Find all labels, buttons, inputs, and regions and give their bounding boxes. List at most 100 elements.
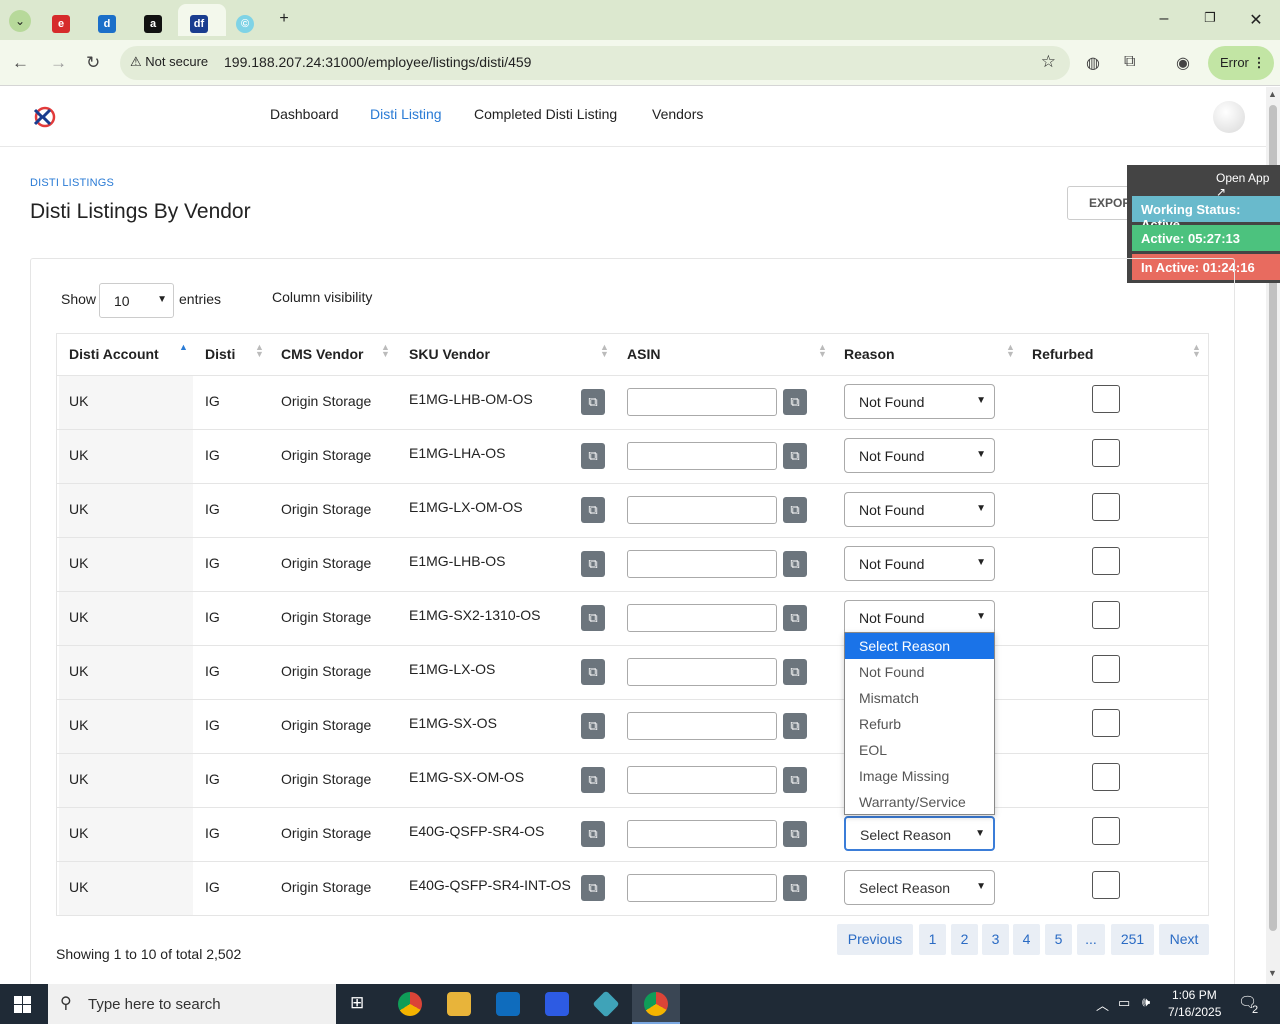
- next-page-button[interactable]: Next: [1159, 924, 1209, 955]
- refurbed-checkbox[interactable]: [1092, 709, 1120, 737]
- open-app-link[interactable]: Open App ↗: [1216, 171, 1280, 199]
- taskbar-search[interactable]: ⚲ Type here to search: [48, 984, 336, 1024]
- reason-option[interactable]: Mismatch: [845, 685, 994, 711]
- copy-asin-button[interactable]: ⧉: [783, 875, 807, 901]
- refurbed-checkbox[interactable]: [1092, 493, 1120, 521]
- omnibox[interactable]: ⚠ Not secure 199.188.207.24:31000/employ…: [120, 46, 1070, 80]
- scroll-down-icon[interactable]: ▼: [1268, 968, 1277, 978]
- reason-select[interactable]: Not Found ▼: [844, 384, 995, 419]
- browser-tab[interactable]: d: [90, 4, 130, 36]
- copy-sku-button[interactable]: ⧉: [581, 713, 605, 739]
- chrome-taskbar-icon[interactable]: [398, 992, 422, 1016]
- sort-icon[interactable]: ▲ ▼: [1192, 343, 1201, 359]
- network-icon[interactable]: ▭: [1118, 995, 1130, 1011]
- reason-select[interactable]: Not Found ▼: [844, 546, 995, 581]
- header-disti-account[interactable]: Disti Account: [69, 346, 159, 362]
- copy-asin-button[interactable]: ⧉: [783, 551, 807, 577]
- browser-tab[interactable]: a: [136, 4, 176, 36]
- globe-icon[interactable]: ◍: [1086, 53, 1100, 73]
- copy-sku-button[interactable]: ⧉: [581, 821, 605, 847]
- reload-icon[interactable]: ↻: [86, 53, 100, 73]
- reason-select[interactable]: Not Found ▼: [844, 492, 995, 527]
- scroll-up-icon[interactable]: ▲: [1268, 89, 1277, 99]
- sort-icon[interactable]: ▲ ▼: [381, 343, 390, 359]
- copy-asin-button[interactable]: ⧉: [783, 497, 807, 523]
- header-sku-vendor[interactable]: SKU Vendor: [409, 346, 490, 362]
- reason-option[interactable]: Image Missing: [845, 763, 994, 789]
- asin-input[interactable]: [627, 874, 777, 902]
- page-button[interactable]: 2: [951, 924, 978, 955]
- minimize-icon[interactable]: –: [1154, 10, 1174, 28]
- url-text[interactable]: 199.188.207.24:31000/employee/listings/d…: [224, 54, 531, 70]
- extensions-icon[interactable]: ⧉: [1124, 53, 1135, 71]
- sort-icon[interactable]: ▲ ▼: [1006, 343, 1015, 359]
- page-button[interactable]: 5: [1045, 924, 1072, 955]
- page-button[interactable]: 1: [919, 924, 946, 955]
- copy-sku-button[interactable]: ⧉: [581, 605, 605, 631]
- back-icon[interactable]: ←: [12, 53, 29, 73]
- clock-time[interactable]: 1:06 PM: [1172, 988, 1217, 1002]
- header-reason[interactable]: Reason: [844, 346, 895, 362]
- file-explorer-icon[interactable]: [447, 992, 471, 1016]
- reason-option[interactable]: Select Reason: [845, 633, 994, 659]
- header-refurbed[interactable]: Refurbed: [1032, 346, 1093, 362]
- asin-input[interactable]: [627, 496, 777, 524]
- breadcrumb[interactable]: DISTI LISTINGS: [30, 177, 114, 189]
- nav-completed-disti-listing[interactable]: Completed Disti Listing: [474, 106, 617, 122]
- asin-input[interactable]: [627, 604, 777, 632]
- profile-error-button[interactable]: Error ⋮: [1208, 46, 1274, 80]
- reason-option[interactable]: Not Found: [845, 659, 994, 685]
- app-diamond-icon[interactable]: [592, 990, 620, 1018]
- page-button[interactable]: 3: [982, 924, 1009, 955]
- nav-disti-listing[interactable]: Disti Listing: [370, 106, 442, 122]
- reason-select[interactable]: Select Reason ▼: [844, 816, 995, 851]
- browser-tab[interactable]: ©: [228, 4, 268, 36]
- asin-input[interactable]: [627, 766, 777, 794]
- bookmark-star-icon[interactable]: ☆: [1041, 52, 1056, 72]
- copy-sku-button[interactable]: ⧉: [581, 389, 605, 415]
- reason-select[interactable]: Select Reason ▼: [844, 870, 995, 905]
- reason-select[interactable]: Not Found ▼: [844, 600, 995, 635]
- clock-date[interactable]: 7/16/2025: [1168, 1005, 1221, 1019]
- not-secure-indicator[interactable]: ⚠ Not secure: [130, 54, 208, 70]
- page-button[interactable]: 4: [1013, 924, 1040, 955]
- reason-option[interactable]: Warranty/Service: [845, 789, 994, 815]
- header-cms-vendor[interactable]: CMS Vendor: [281, 346, 363, 362]
- new-tab-icon[interactable]: +: [274, 10, 294, 28]
- tab-search-icon[interactable]: ⌄: [9, 10, 31, 32]
- browser-tab[interactable]: e: [44, 4, 84, 36]
- page-button[interactable]: 251: [1111, 924, 1154, 955]
- copy-asin-button[interactable]: ⧉: [783, 605, 807, 631]
- asin-input[interactable]: [627, 820, 777, 848]
- header-asin[interactable]: ASIN: [627, 346, 660, 362]
- refurbed-checkbox[interactable]: [1092, 763, 1120, 791]
- copy-asin-button[interactable]: ⧉: [783, 659, 807, 685]
- nav-dashboard[interactable]: Dashboard: [270, 106, 339, 122]
- copy-sku-button[interactable]: ⧉: [581, 659, 605, 685]
- chrome-active-taskbar-item[interactable]: [632, 984, 680, 1024]
- nav-vendors[interactable]: Vendors: [652, 106, 703, 122]
- windows-start-icon[interactable]: [14, 996, 31, 1013]
- previous-page-button[interactable]: Previous: [837, 924, 913, 955]
- refurbed-checkbox[interactable]: [1092, 385, 1120, 413]
- column-visibility-button[interactable]: Column visibility: [272, 289, 372, 305]
- task-view-icon[interactable]: ⊞: [350, 993, 364, 1013]
- copy-asin-button[interactable]: ⧉: [783, 821, 807, 847]
- sort-icon[interactable]: ▲ ▼: [600, 343, 609, 359]
- reason-option[interactable]: Refurb: [845, 711, 994, 737]
- asin-input[interactable]: [627, 550, 777, 578]
- refurbed-checkbox[interactable]: [1092, 817, 1120, 845]
- zoom-icon[interactable]: [545, 992, 569, 1016]
- refurbed-checkbox[interactable]: [1092, 655, 1120, 683]
- tray-chevron-icon[interactable]: ︿: [1096, 995, 1109, 1014]
- asin-input[interactable]: [627, 658, 777, 686]
- refurbed-checkbox[interactable]: [1092, 547, 1120, 575]
- copy-asin-button[interactable]: ⧉: [783, 767, 807, 793]
- close-window-icon[interactable]: ✕: [1246, 10, 1266, 30]
- restore-icon[interactable]: ❐: [1200, 10, 1220, 26]
- app-logo[interactable]: [32, 106, 58, 128]
- profile-icon[interactable]: ◉: [1176, 53, 1190, 73]
- copy-asin-button[interactable]: ⧉: [783, 443, 807, 469]
- sort-icon[interactable]: ▲ ▼: [255, 343, 264, 359]
- outlook-icon[interactable]: [496, 992, 520, 1016]
